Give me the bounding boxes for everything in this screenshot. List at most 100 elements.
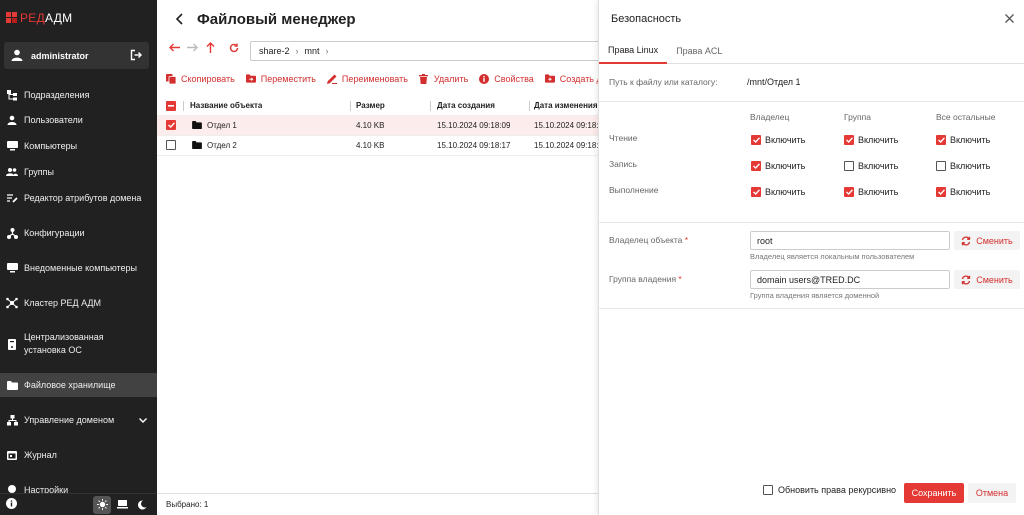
table-row[interactable]: Отдел 2 4.10 KB 15.10.2024 09:18:17 15.1… <box>157 136 598 156</box>
copy-button[interactable]: Скопировать <box>166 74 235 84</box>
recursive-option[interactable]: Обновить права рекурсивно <box>763 485 896 495</box>
perm-write-owner[interactable]: Включить <box>751 161 805 171</box>
sidebar-item-label: Централизованная установка ОС <box>24 332 104 355</box>
sidebar-item-file-storage[interactable]: Файловое хранилище <box>0 373 157 397</box>
trash-icon <box>418 74 429 84</box>
change-group-button[interactable]: Сменить <box>954 270 1020 289</box>
perm-read-group[interactable]: Включить <box>844 135 898 145</box>
group-icon <box>6 166 18 178</box>
perm-read-owner[interactable]: Включить <box>751 135 805 145</box>
pencil-icon <box>326 74 337 84</box>
perm-row-label-read: Чтение <box>609 133 638 143</box>
perm-execute-owner[interactable]: Включить <box>751 187 805 197</box>
sidebar-item-attribute-editor[interactable]: Редактор атрибутов домена <box>0 190 157 206</box>
tab-linux-permissions[interactable]: Права Linux <box>599 38 668 64</box>
sidebar-item-departments[interactable]: Подразделения <box>0 87 157 103</box>
sidebar-item-groups[interactable]: Группы <box>0 164 157 180</box>
sidebar-item-journal[interactable]: Журнал <box>0 447 157 463</box>
refresh-icon <box>961 274 971 285</box>
copy-label: Скопировать <box>181 74 235 84</box>
copy-icon <box>166 74 176 84</box>
cancel-button[interactable]: Отмена <box>968 483 1016 503</box>
checkbox[interactable] <box>751 161 761 171</box>
app-logo[interactable]: РЕДАДМ <box>6 11 72 25</box>
group-value: domain users@TRED.DC <box>757 274 861 285</box>
owner-input[interactable]: root <box>750 231 950 250</box>
sidebar-item-configurations[interactable]: Конфигурации <box>0 225 157 241</box>
properties-button[interactable]: Свойства <box>479 74 534 84</box>
save-button[interactable]: Сохранить <box>904 483 964 503</box>
forward-icon[interactable] <box>183 43 201 55</box>
move-button[interactable]: Переместить <box>245 74 316 84</box>
enable-label: Включить <box>858 161 899 171</box>
system-theme-icon[interactable] <box>113 496 131 514</box>
checkbox[interactable] <box>844 135 854 145</box>
sidebar-item-domain-management[interactable]: Управление доменом <box>0 412 157 428</box>
sidebar-item-users[interactable]: Пользователи <box>0 112 157 128</box>
group-input[interactable]: domain users@TRED.DC <box>750 270 950 289</box>
dark-theme-icon[interactable] <box>133 496 151 514</box>
tab-acl-permissions[interactable]: Права ACL <box>667 38 731 64</box>
group-label: Группа владения * <box>609 274 682 284</box>
panel-title: Безопасность <box>611 13 682 25</box>
refresh-icon[interactable] <box>225 43 243 56</box>
checkbox[interactable] <box>751 135 761 145</box>
navigation-buttons <box>165 42 243 56</box>
logo-icon <box>6 12 18 24</box>
checkbox[interactable] <box>936 161 946 171</box>
enable-label: Включить <box>858 135 899 145</box>
sidebar-item-computers[interactable]: Компьютеры <box>0 138 157 154</box>
checkbox[interactable] <box>936 135 946 145</box>
back-icon[interactable] <box>165 43 183 55</box>
table-header: Название объекта Размер Дата создания Да… <box>157 96 598 116</box>
rename-button[interactable]: Переименовать <box>326 74 408 84</box>
logo-suffix: АДМ <box>45 11 73 25</box>
checkbox[interactable] <box>751 187 761 197</box>
perm-header-owner: Владелец <box>750 112 790 122</box>
sidebar-item-settings[interactable]: Настройки <box>0 483 157 493</box>
up-icon[interactable] <box>201 42 219 56</box>
user-icon <box>11 49 23 63</box>
logout-icon[interactable] <box>130 49 142 63</box>
checkbox[interactable] <box>936 187 946 197</box>
column-header-size[interactable]: Размер <box>356 101 385 110</box>
info-icon <box>479 74 490 84</box>
change-label: Сменить <box>976 235 1013 246</box>
sidebar-item-label: Файловое хранилище <box>24 380 116 390</box>
breadcrumb-item[interactable]: share-2 <box>259 46 290 56</box>
sidebar-item-cluster[interactable]: Кластер РЕД АДМ <box>0 295 157 311</box>
perm-write-others[interactable]: Включить <box>936 161 990 171</box>
info-icon[interactable] <box>6 498 17 511</box>
perm-execute-others[interactable]: Включить <box>936 187 990 197</box>
checkbox[interactable] <box>844 187 854 197</box>
divider <box>599 222 1024 223</box>
theme-switcher <box>93 495 151 514</box>
divider <box>599 308 1024 309</box>
sidebar-item-os-install[interactable]: Централизованная установка ОС <box>0 330 157 358</box>
file-manager: Файловый менеджер share-2 › mnt › Скопир… <box>157 0 610 515</box>
perm-execute-group[interactable]: Включить <box>844 187 898 197</box>
delete-button[interactable]: Удалить <box>418 74 468 84</box>
back-arrow-icon[interactable] <box>175 12 183 28</box>
table-row[interactable]: Отдел 1 4.10 KB 15.10.2024 09:18:09 15.1… <box>157 116 598 136</box>
row-checkbox[interactable] <box>166 120 176 130</box>
config-icon <box>6 227 18 239</box>
breadcrumb[interactable]: share-2 › mnt › <box>250 41 610 61</box>
column-header-modified[interactable]: Дата изменения <box>534 101 598 110</box>
close-icon[interactable] <box>1005 11 1014 26</box>
user-icon <box>6 114 18 126</box>
column-header-created[interactable]: Дата создания <box>437 101 495 110</box>
owner-value: root <box>757 235 773 246</box>
column-header-name[interactable]: Название объекта <box>190 101 262 110</box>
sidebar-item-nondomain-computers[interactable]: Внедоменные компьютеры <box>0 260 157 276</box>
sidebar-item-label: Журнал <box>24 450 57 460</box>
light-theme-icon[interactable] <box>93 495 111 514</box>
perm-write-group[interactable]: Включить <box>844 161 898 171</box>
breadcrumb-item[interactable]: mnt <box>305 46 320 56</box>
row-checkbox[interactable] <box>166 140 176 152</box>
perm-read-others[interactable]: Включить <box>936 135 990 145</box>
checkbox[interactable] <box>844 161 854 171</box>
select-all-checkbox[interactable] <box>166 100 176 111</box>
change-owner-button[interactable]: Сменить <box>954 231 1020 250</box>
recursive-checkbox[interactable] <box>763 485 773 495</box>
